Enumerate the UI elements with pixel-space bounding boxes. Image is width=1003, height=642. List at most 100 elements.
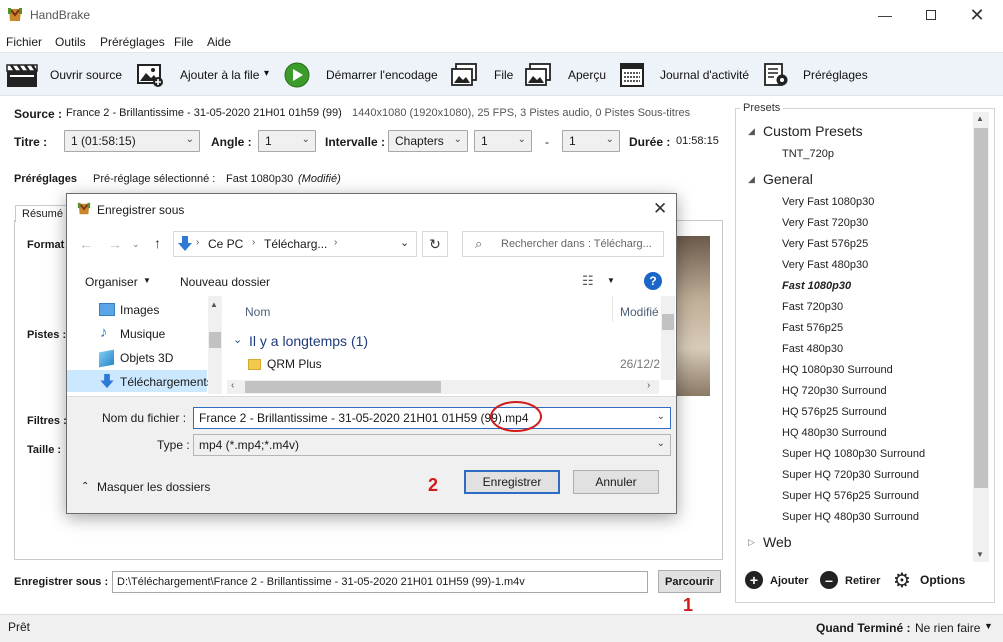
angle-select[interactable]: 1 ⌄: [258, 130, 316, 152]
help-icon[interactable]: ?: [644, 272, 662, 290]
up-arrow-icon[interactable]: ↑: [154, 235, 161, 251]
nav-item-3d-objects[interactable]: Objets 3D: [120, 351, 173, 365]
preset-item[interactable]: Super HQ 1080p30 Surround: [782, 448, 925, 460]
preset-item[interactable]: HQ 1080p30 Surround: [782, 364, 893, 376]
preset-item[interactable]: Super HQ 720p30 Surround: [782, 469, 919, 481]
activity-log-icon[interactable]: [618, 62, 646, 88]
add-to-queue-icon[interactable]: [136, 62, 164, 88]
preset-category-web[interactable]: Web: [763, 534, 792, 550]
scroll-down-icon[interactable]: ▼: [976, 550, 984, 559]
address-bar[interactable]: › Ce PC › Télécharg... › ⌄: [173, 231, 417, 257]
add-preset-icon[interactable]: +: [745, 571, 763, 589]
clapperboard-icon[interactable]: [6, 62, 38, 88]
browse-button[interactable]: Parcourir: [658, 570, 721, 593]
nav-item-downloads[interactable]: Téléchargements: [120, 375, 213, 389]
preset-item[interactable]: Fast 1080p30: [782, 280, 851, 292]
save-button[interactable]: Enregistrer: [464, 470, 560, 494]
preset-item[interactable]: Super HQ 576p25 Surround: [782, 490, 919, 502]
scroll-up-icon[interactable]: ▲: [210, 300, 218, 309]
options-gear-icon[interactable]: ⚙: [893, 568, 911, 593]
preset-options-button[interactable]: Options: [920, 573, 965, 587]
hide-folders-button[interactable]: Masquer les dossiers: [97, 480, 210, 494]
column-header-name[interactable]: Nom: [245, 305, 270, 319]
preset-category-custom[interactable]: Custom Presets: [763, 123, 863, 139]
close-window-button[interactable]: ✕: [954, 0, 1000, 30]
back-arrow-icon[interactable]: ←: [79, 236, 93, 252]
start-encode-play-icon[interactable]: [283, 62, 311, 88]
chevron-down-icon[interactable]: ⌄: [400, 236, 409, 249]
scroll-right-icon[interactable]: ›: [647, 380, 650, 391]
column-header-modified[interactable]: Modifié: [620, 305, 659, 319]
file-type-select[interactable]: mp4 (*.mp4;*.m4v) ⌄: [193, 434, 671, 456]
chapter-start-select[interactable]: 1 ⌄: [474, 130, 532, 152]
organize-button[interactable]: Organiser: [85, 275, 138, 289]
breadcrumb-downloads[interactable]: Télécharg...: [264, 237, 327, 251]
collapse-arrow-icon[interactable]: ◢: [748, 174, 755, 185]
group-collapse-icon[interactable]: ⌄: [233, 333, 242, 346]
open-source-button[interactable]: Ouvrir source: [50, 68, 122, 82]
title-select[interactable]: 1 (01:58:15) ⌄: [64, 130, 200, 152]
maximize-button[interactable]: [908, 0, 954, 30]
search-input[interactable]: ⌕ Rechercher dans : Télécharg...: [462, 231, 664, 257]
interval-select[interactable]: Chapters ⌄: [388, 130, 468, 152]
presets-scrollbar-thumb[interactable]: [974, 128, 988, 488]
cancel-button[interactable]: Annuler: [573, 470, 659, 494]
remove-preset-button[interactable]: Retirer: [845, 575, 880, 587]
chapter-end-select[interactable]: 1 ⌄: [562, 130, 620, 152]
menu-outils[interactable]: Outils: [55, 35, 86, 49]
preset-item[interactable]: Very Fast 576p25: [782, 238, 868, 250]
preset-item[interactable]: Fast 720p30: [782, 301, 843, 313]
start-encode-button[interactable]: Démarrer l'encodage: [326, 68, 438, 82]
recent-locations-chevron-icon[interactable]: ⌄: [132, 239, 140, 250]
scroll-up-icon[interactable]: ▲: [976, 114, 984, 123]
activity-log-button[interactable]: Journal d'activité: [660, 68, 749, 82]
expand-arrow-icon[interactable]: ▷: [748, 537, 755, 548]
chevron-down-icon[interactable]: ▼: [607, 276, 615, 285]
add-preset-button[interactable]: Ajouter: [770, 575, 809, 587]
save-path-input[interactable]: D:\Téléchargement\France 2 - Brillantiss…: [112, 571, 648, 593]
vertical-scrollbar[interactable]: [661, 296, 675, 380]
preset-item[interactable]: HQ 720p30 Surround: [782, 385, 887, 397]
preset-item[interactable]: Super HQ 480p30 Surround: [782, 511, 919, 523]
presets-gear-icon[interactable]: [762, 62, 790, 88]
when-done-select[interactable]: Ne rien faire: [915, 621, 980, 635]
menu-fichier[interactable]: Fichier: [6, 35, 42, 49]
minimize-button[interactable]: —: [862, 0, 908, 30]
menu-file[interactable]: File: [174, 35, 193, 49]
refresh-button[interactable]: ↻: [422, 231, 448, 257]
nav-item-music[interactable]: Musique: [120, 327, 165, 341]
remove-preset-icon[interactable]: –: [820, 571, 838, 589]
preset-category-general[interactable]: General: [763, 171, 813, 187]
preview-button[interactable]: Aperçu: [568, 68, 606, 82]
chevron-down-icon[interactable]: ▾: [264, 68, 269, 79]
scroll-left-icon[interactable]: ‹: [231, 380, 234, 391]
queue-button[interactable]: File: [494, 68, 513, 82]
filename-input[interactable]: France 2 - Brillantissime - 31-05-2020 2…: [193, 407, 671, 429]
file-name[interactable]: QRM Plus: [267, 357, 322, 371]
nav-item-images[interactable]: Images: [120, 303, 159, 317]
chevron-down-icon[interactable]: ▼: [984, 621, 993, 631]
dialog-close-icon[interactable]: ✕: [653, 199, 667, 219]
preset-item[interactable]: Fast 480p30: [782, 343, 843, 355]
menu-preglages[interactable]: Préréglages: [100, 35, 165, 49]
group-header[interactable]: Il y a longtemps (1): [249, 333, 368, 349]
preset-item[interactable]: Very Fast 720p30: [782, 217, 868, 229]
view-options-icon[interactable]: ☷: [582, 273, 594, 289]
menu-aide[interactable]: Aide: [207, 35, 231, 49]
forward-arrow-icon[interactable]: →: [108, 236, 122, 252]
preset-item[interactable]: Very Fast 1080p30: [782, 196, 874, 208]
chevron-down-icon[interactable]: ⌄: [657, 438, 665, 449]
preset-item[interactable]: Very Fast 480p30: [782, 259, 868, 271]
horizontal-scrollbar-thumb[interactable]: [245, 381, 441, 393]
vertical-scrollbar-thumb[interactable]: [662, 314, 674, 330]
add-to-queue-button[interactable]: Ajouter à la file: [180, 68, 259, 82]
preset-item[interactable]: TNT_720p: [782, 148, 834, 160]
new-folder-button[interactable]: Nouveau dossier: [180, 275, 270, 289]
queue-icon[interactable]: [450, 62, 478, 88]
preset-item[interactable]: HQ 480p30 Surround: [782, 427, 887, 439]
chevron-down-icon[interactable]: ▼: [143, 276, 151, 285]
breadcrumb-this-pc[interactable]: Ce PC: [208, 237, 243, 251]
preset-item[interactable]: Fast 576p25: [782, 322, 843, 334]
chevron-up-icon[interactable]: ⌃: [81, 481, 89, 492]
presets-button[interactable]: Préréglages: [803, 68, 868, 82]
